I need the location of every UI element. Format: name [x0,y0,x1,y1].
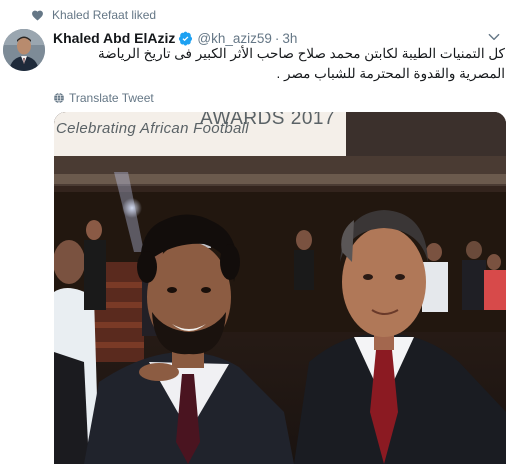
tweet-photo[interactable]: AWARDS 2017 Celebrating African Football [54,112,506,464]
avatar-image [3,29,45,71]
translate-label: Translate Tweet [69,91,154,105]
avatar[interactable] [3,29,45,71]
translate-tweet-link[interactable]: Translate Tweet [53,90,154,106]
banner-subtitle: Celebrating African Football [56,120,249,137]
heart-icon [32,10,43,21]
chevron-down-icon[interactable] [487,30,501,44]
event-photo [54,112,506,464]
social-context[interactable]: Khaled Refaat liked [31,6,156,24]
globe-icon [54,92,64,104]
social-context-text: Khaled Refaat liked [52,8,157,22]
tweet-text: كل التمنيات الطيبة لكابتن محمد صلاح صاحب… [97,46,505,81]
awards-banner: AWARDS 2017 Celebrating African Football [54,112,346,156]
